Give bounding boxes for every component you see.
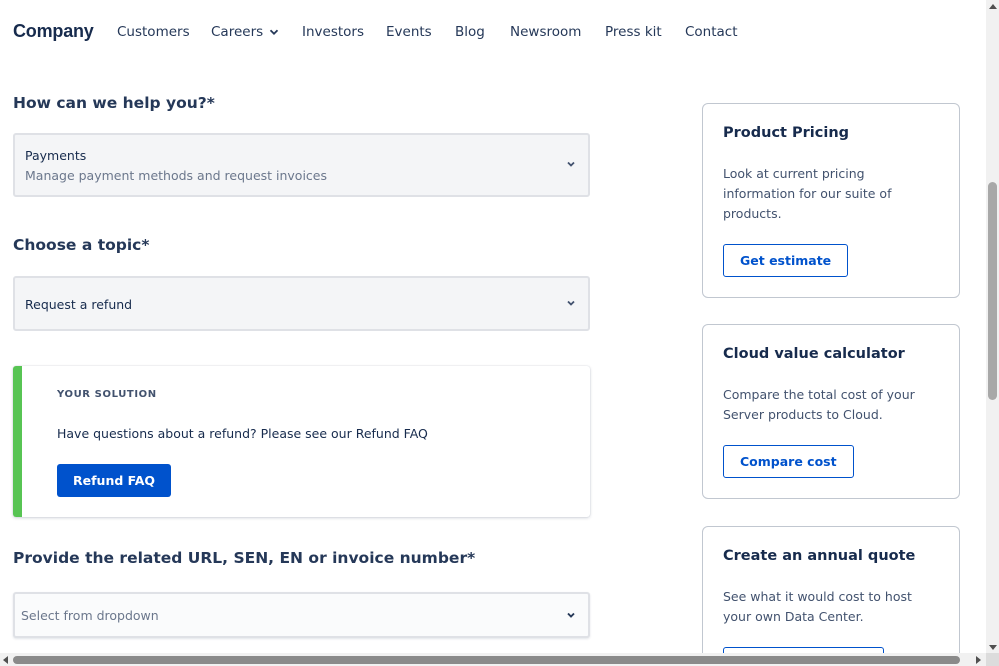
company-logo[interactable]: Company xyxy=(13,21,94,42)
card-annual-quote: Create an annual quote See what it would… xyxy=(702,526,960,666)
chevron-down-icon xyxy=(567,612,575,618)
nav-contact[interactable]: Contact xyxy=(685,24,738,40)
vertical-scrollbar[interactable] xyxy=(986,0,999,666)
nav-blog[interactable]: Blog xyxy=(455,24,485,40)
card-product-pricing: Product Pricing Look at current pricing … xyxy=(702,103,960,298)
card-title: Cloud value calculator xyxy=(723,346,905,362)
vertical-scroll-thumb[interactable] xyxy=(988,182,997,400)
card-text: Look at current pricing information for … xyxy=(723,166,892,221)
card-text: Compare the total cost of your Server pr… xyxy=(723,387,915,422)
nav-events[interactable]: Events xyxy=(386,24,432,40)
nav-newsroom[interactable]: Newsroom xyxy=(510,24,581,40)
chevron-down-icon xyxy=(567,161,575,167)
refund-faq-button[interactable]: Refund FAQ xyxy=(57,464,172,497)
url-select-placeholder: Select from dropdown xyxy=(21,608,159,623)
scroll-left-arrow-icon[interactable] xyxy=(3,656,8,664)
card-text: See what it would cost to host your own … xyxy=(723,589,912,624)
horizontal-scroll-thumb[interactable] xyxy=(13,656,960,664)
nav-press-kit[interactable]: Press kit xyxy=(605,24,662,40)
nav-customers[interactable]: Customers xyxy=(117,24,190,40)
solution-text: Have questions about a refund? Please se… xyxy=(57,426,428,441)
url-select[interactable]: Select from dropdown xyxy=(13,592,590,638)
topic-select[interactable]: Request a refund xyxy=(13,276,590,331)
help-select-subtitle: Manage payment methods and request invoi… xyxy=(25,168,328,183)
topic-label: Choose a topic* xyxy=(13,236,150,254)
scroll-right-arrow-icon[interactable] xyxy=(976,656,981,664)
solution-kicker: YOUR SOLUTION xyxy=(57,389,157,400)
card-title: Product Pricing xyxy=(723,125,850,141)
topic-select-value: Request a refund xyxy=(25,297,133,312)
compare-cost-button[interactable]: Compare cost xyxy=(723,445,854,478)
url-label: Provide the related URL, SEN, EN or invo… xyxy=(13,549,476,567)
chevron-down-icon xyxy=(567,300,575,306)
scrollbar-corner xyxy=(986,653,999,666)
top-nav: Company Customers Careers Investors Even… xyxy=(0,0,986,64)
solution-panel: YOUR SOLUTION Have questions about a ref… xyxy=(13,366,590,517)
chevron-down-icon xyxy=(270,29,279,35)
scroll-up-arrow-icon[interactable] xyxy=(989,4,997,9)
nav-investors[interactable]: Investors xyxy=(302,24,364,40)
help-select[interactable]: Payments Manage payment methods and requ… xyxy=(13,133,590,197)
get-estimate-button[interactable]: Get estimate xyxy=(723,244,849,277)
help-label: How can we help you?* xyxy=(13,94,215,112)
horizontal-scrollbar[interactable] xyxy=(0,653,986,666)
help-select-title: Payments xyxy=(25,148,87,163)
nav-careers[interactable]: Careers xyxy=(211,24,279,40)
solution-accent-bar xyxy=(13,366,22,517)
card-cloud-value-calculator: Cloud value calculator Compare the total… xyxy=(702,324,960,499)
scroll-down-arrow-icon[interactable] xyxy=(989,645,997,650)
card-title: Create an annual quote xyxy=(723,548,916,564)
